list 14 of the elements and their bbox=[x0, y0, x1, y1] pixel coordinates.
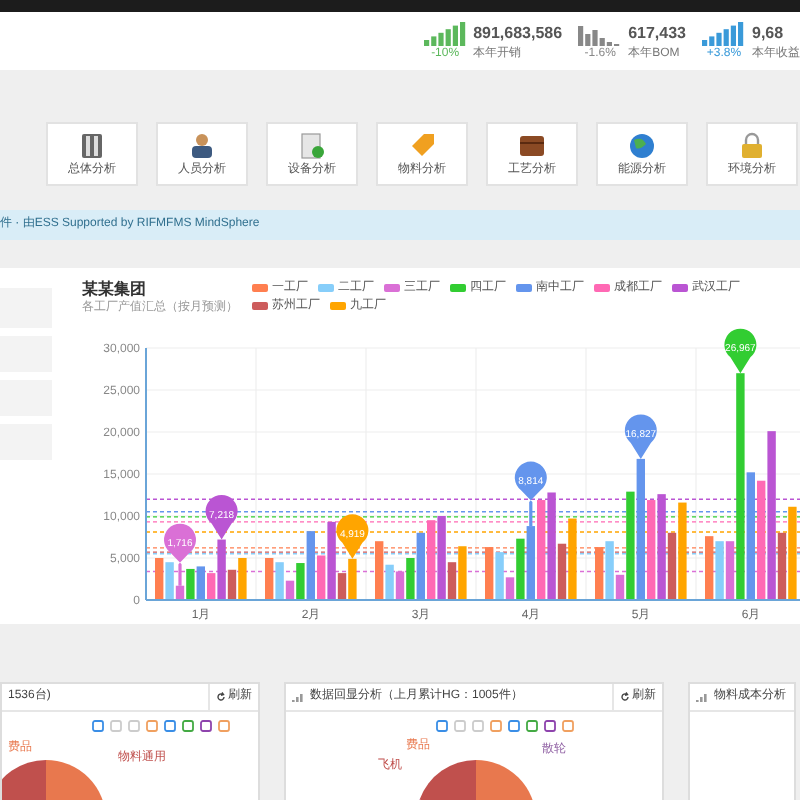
book-icon bbox=[78, 131, 106, 159]
stat-value: 891,683,586 bbox=[473, 21, 563, 45]
wallet-icon bbox=[518, 131, 546, 159]
lock-icon bbox=[738, 131, 766, 159]
pie-chart bbox=[2, 760, 106, 800]
globe-icon bbox=[628, 131, 656, 159]
stat-value: 9,68 bbox=[752, 21, 784, 45]
stat-value: 617,433 bbox=[628, 21, 686, 45]
signal-icon bbox=[292, 692, 304, 702]
person-icon bbox=[188, 131, 216, 159]
signal-icon bbox=[696, 692, 708, 702]
tag-icon bbox=[408, 131, 436, 159]
pie-chart bbox=[416, 760, 536, 800]
chart-title: 某某集团 bbox=[82, 280, 146, 300]
